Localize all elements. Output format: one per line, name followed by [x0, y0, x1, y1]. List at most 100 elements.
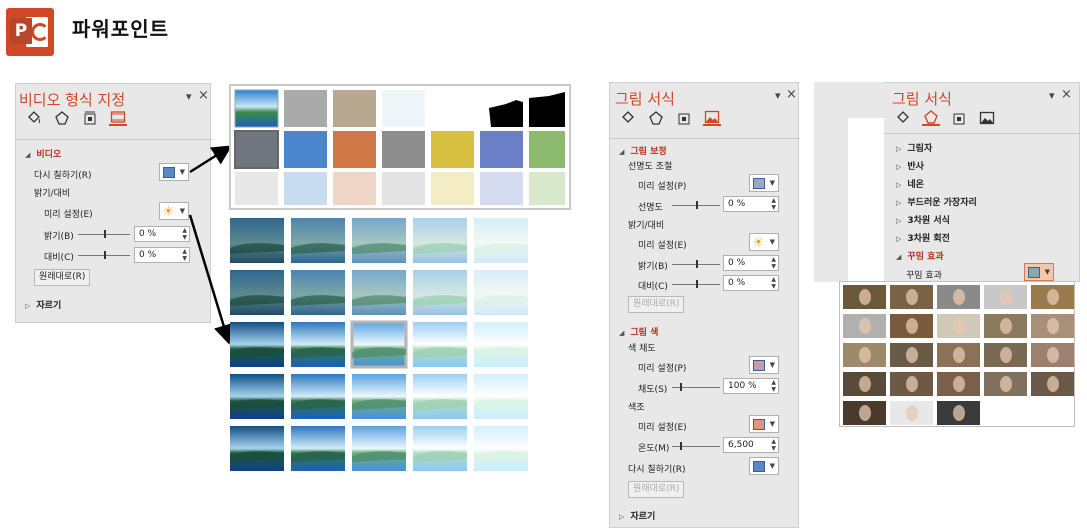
- recolor-option[interactable]: [529, 172, 565, 205]
- brightness-contrast-option[interactable]: [413, 270, 467, 315]
- brightness-contrast-option[interactable]: [413, 322, 467, 367]
- recolor-option[interactable]: [333, 172, 376, 205]
- brightness-contrast-option[interactable]: [352, 426, 406, 471]
- presets-label: 미리 설정(E): [638, 423, 687, 433]
- section-label: 그림 색: [630, 328, 659, 338]
- size-properties-tab-icon[interactable]: [950, 109, 968, 126]
- brightness-contrast-option[interactable]: [350, 320, 408, 369]
- brightness-contrast-option[interactable]: [413, 218, 467, 263]
- brightness-contrast-option[interactable]: [230, 270, 284, 315]
- brightness-contrast-option[interactable]: [352, 270, 406, 315]
- reset-button[interactable]: 원래대로(R): [628, 296, 685, 313]
- brightness-spinner[interactable]: 0 % ▲ ▼: [723, 255, 779, 271]
- thumbnail-portrait: [1000, 318, 1012, 334]
- brightness-presets-dropdown[interactable]: ☀ ▼: [749, 233, 779, 251]
- brightness-contrast-option[interactable]: [474, 426, 528, 471]
- recolor-option[interactable]: [234, 130, 279, 169]
- effects-item-label: 부드러운 가장자리: [907, 198, 977, 208]
- section-crop[interactable]: ▷ 자르기: [619, 509, 655, 522]
- contrast-spinner[interactable]: 0 % ▲ ▼: [723, 275, 779, 291]
- recolor-option[interactable]: [431, 172, 474, 205]
- tone-presets-dropdown[interactable]: ▼: [749, 415, 779, 433]
- pane-options-icon[interactable]: ▾: [1049, 89, 1055, 102]
- section-label: 꾸밈 효과: [907, 252, 944, 262]
- brightness-contrast-option[interactable]: [291, 270, 345, 315]
- brightness-contrast-option[interactable]: [230, 374, 284, 419]
- close-icon[interactable]: ×: [1061, 87, 1072, 102]
- brightness-contrast-option[interactable]: [413, 426, 467, 471]
- effects-tab-icon[interactable]: [647, 109, 665, 126]
- recolor-swatches: [234, 89, 565, 205]
- tone-group-label: 색조: [628, 403, 645, 413]
- pane-options-icon[interactable]: ▾: [775, 89, 781, 102]
- saturation-presets-dropdown[interactable]: ▼: [749, 356, 779, 374]
- reset-button[interactable]: 원래대로(R): [628, 481, 685, 498]
- recolor-option[interactable]: [529, 131, 565, 168]
- recolor-option[interactable]: [382, 90, 425, 127]
- recolor-option[interactable]: [382, 131, 425, 168]
- contrast-slider[interactable]: [672, 280, 720, 288]
- thumbnail-portrait: [953, 289, 965, 305]
- picture-tab-icon[interactable]: [978, 109, 996, 126]
- brightness-contrast-grid: [230, 218, 528, 471]
- sharpness-group-label: 선명도 조절: [628, 162, 673, 172]
- recolor-dropdown[interactable]: ▼: [749, 457, 779, 475]
- brightness-contrast-option[interactable]: [474, 374, 528, 419]
- sharpness-slider[interactable]: [672, 201, 720, 209]
- brightness-contrast-option[interactable]: [352, 218, 406, 263]
- brightness-contrast-option[interactable]: [474, 218, 528, 263]
- recolor-option[interactable]: [234, 89, 279, 128]
- recolor-option[interactable]: [382, 172, 425, 205]
- section-label: 그림 보정: [630, 147, 667, 157]
- brightness-contrast-option[interactable]: [413, 374, 467, 419]
- recolor-option[interactable]: [431, 131, 474, 168]
- brightness-contrast-option[interactable]: [474, 270, 528, 315]
- recolor-option[interactable]: [284, 172, 327, 205]
- sharpness-spinner[interactable]: 0 % ▲ ▼: [723, 196, 779, 212]
- saturation-spinner[interactable]: 100 % ▲ ▼: [723, 378, 779, 394]
- recolor-option[interactable]: [431, 90, 474, 127]
- effects-item[interactable]: ▷ 3차원 회전: [896, 231, 950, 244]
- sharpness-presets-dropdown[interactable]: ▼: [749, 174, 779, 192]
- temperature-value: 6,500: [728, 440, 754, 450]
- recolor-option[interactable]: [284, 131, 327, 168]
- section-picture-correction[interactable]: ◢ 그림 보정: [619, 144, 667, 157]
- effects-tab-icon[interactable]: [922, 109, 940, 126]
- effects-item[interactable]: ▷ 3차원 서식: [896, 213, 950, 226]
- recolor-option[interactable]: [333, 131, 376, 168]
- size-properties-tab-icon[interactable]: [675, 109, 693, 126]
- recolor-option[interactable]: [333, 90, 376, 127]
- fill-line-tab-icon[interactable]: [894, 109, 912, 126]
- brightness-contrast-option[interactable]: [291, 322, 345, 367]
- recolor-option[interactable]: [480, 172, 523, 205]
- thumbnail-portrait: [906, 318, 918, 334]
- section-artistic-effects[interactable]: ◢ 꾸밈 효과: [896, 249, 944, 262]
- brightness-contrast-option[interactable]: [230, 426, 284, 471]
- color-grid-icon: [753, 418, 765, 430]
- effects-item[interactable]: ▷ 반사: [896, 159, 924, 172]
- effects-item[interactable]: ▷ 네온: [896, 177, 924, 190]
- recolor-option[interactable]: [480, 131, 523, 168]
- brightness-contrast-option[interactable]: [474, 322, 528, 367]
- effects-item[interactable]: ▷ 부드러운 가장자리: [896, 195, 977, 208]
- close-icon[interactable]: ×: [786, 87, 797, 102]
- brightness-slider[interactable]: [672, 260, 720, 268]
- brightness-contrast-option[interactable]: [291, 374, 345, 419]
- brightness-contrast-option[interactable]: [291, 218, 345, 263]
- slide-edge-area: [814, 82, 884, 282]
- brightness-contrast-option[interactable]: [352, 374, 406, 419]
- artistic-effects-dropdown[interactable]: ▼: [1024, 263, 1054, 281]
- picture-tab-icon[interactable]: [703, 109, 721, 126]
- brightness-contrast-option[interactable]: [230, 322, 284, 367]
- temperature-slider[interactable]: [672, 442, 720, 450]
- temperature-spinner[interactable]: 6,500 ▲ ▼: [723, 437, 779, 453]
- saturation-slider[interactable]: [672, 383, 720, 391]
- recolor-option[interactable]: [284, 90, 327, 127]
- color-grid-icon: [753, 359, 765, 371]
- recolor-option[interactable]: [235, 172, 278, 205]
- brightness-contrast-option[interactable]: [230, 218, 284, 263]
- fill-line-tab-icon[interactable]: [619, 109, 637, 126]
- section-picture-color[interactable]: ◢ 그림 색: [619, 325, 658, 338]
- brightness-contrast-option[interactable]: [291, 426, 345, 471]
- effects-item[interactable]: ▷ 그림자: [896, 141, 932, 154]
